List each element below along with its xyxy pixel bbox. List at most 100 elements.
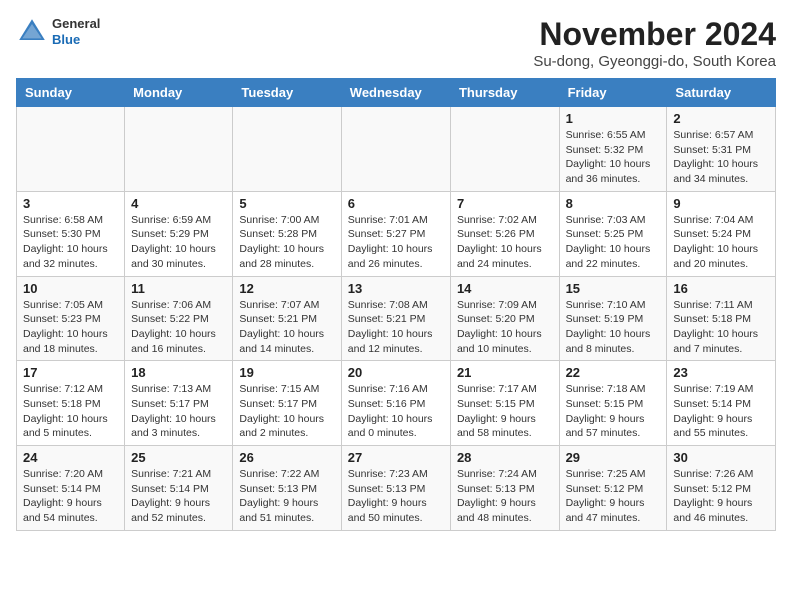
calendar-cell: 30 Sunrise: 7:26 AMSunset: 5:12 PMDayligh… <box>667 446 776 531</box>
day-number: 18 <box>131 365 226 380</box>
calendar-cell: 26 Sunrise: 7:22 AMSunset: 5:13 PMDayligh… <box>233 446 341 531</box>
day-number: 30 <box>673 450 769 465</box>
calendar-week-5: 24 Sunrise: 7:20 AMSunset: 5:14 PMDayligh… <box>17 446 776 531</box>
day-number: 23 <box>673 365 769 380</box>
weekday-header-wednesday: Wednesday <box>341 79 450 107</box>
day-number: 2 <box>673 111 769 126</box>
day-info: Sunrise: 7:19 AMSunset: 5:14 PMDaylight:… <box>673 382 769 441</box>
day-info: Sunrise: 7:00 AMSunset: 5:28 PMDaylight:… <box>239 213 334 272</box>
weekday-header-saturday: Saturday <box>667 79 776 107</box>
day-info: Sunrise: 7:26 AMSunset: 5:12 PMDaylight:… <box>673 467 769 526</box>
day-number: 8 <box>566 196 661 211</box>
logo-icon <box>16 16 48 48</box>
calendar-cell: 23 Sunrise: 7:19 AMSunset: 5:14 PMDayligh… <box>667 361 776 446</box>
calendar-cell: 21Sunrise: 7:17 AMSunset: 5:15 PMDayligh… <box>450 361 559 446</box>
day-number: 4 <box>131 196 226 211</box>
calendar-cell: 6 Sunrise: 7:01 AMSunset: 5:27 PMDaylight… <box>341 191 450 276</box>
calendar-cell: 13 Sunrise: 7:08 AMSunset: 5:21 PMDayligh… <box>341 276 450 361</box>
day-info: Sunrise: 7:11 AMSunset: 5:18 PMDaylight:… <box>673 298 769 357</box>
day-number: 22 <box>566 365 661 380</box>
page-subtitle: Su-dong, Gyeonggi-do, South Korea <box>533 53 776 70</box>
day-number: 27 <box>348 450 444 465</box>
day-info: Sunrise: 7:20 AMSunset: 5:14 PMDaylight:… <box>23 467 118 526</box>
day-info: Sunrise: 7:08 AMSunset: 5:21 PMDaylight:… <box>348 298 444 357</box>
day-info: Sunrise: 7:10 AMSunset: 5:19 PMDaylight:… <box>566 298 661 357</box>
day-number: 28 <box>457 450 553 465</box>
day-info: Sunrise: 7:24 AMSunset: 5:13 PMDaylight:… <box>457 467 553 526</box>
calendar-week-1: 1 Sunrise: 6:55 AMSunset: 5:32 PMDaylight… <box>17 107 776 192</box>
day-number: 17 <box>23 365 118 380</box>
calendar-cell: 25Sunrise: 7:21 AMSunset: 5:14 PMDayligh… <box>125 446 233 531</box>
day-info: Sunrise: 7:02 AMSunset: 5:26 PMDaylight:… <box>457 213 553 272</box>
calendar-cell: 5 Sunrise: 7:00 AMSunset: 5:28 PMDaylight… <box>233 191 341 276</box>
calendar-cell: 20 Sunrise: 7:16 AMSunset: 5:16 PMDayligh… <box>341 361 450 446</box>
day-info: Sunrise: 6:58 AMSunset: 5:30 PMDaylight:… <box>23 213 118 272</box>
day-info: Sunrise: 7:13 AMSunset: 5:17 PMDaylight:… <box>131 382 226 441</box>
day-info: Sunrise: 6:59 AMSunset: 5:29 PMDaylight:… <box>131 213 226 272</box>
day-number: 3 <box>23 196 118 211</box>
calendar-cell: 17 Sunrise: 7:12 AMSunset: 5:18 PMDayligh… <box>17 361 125 446</box>
weekday-header-monday: Monday <box>125 79 233 107</box>
day-info: Sunrise: 7:22 AMSunset: 5:13 PMDaylight:… <box>239 467 334 526</box>
calendar-cell: 8Sunrise: 7:03 AMSunset: 5:25 PMDaylight… <box>559 191 667 276</box>
day-number: 20 <box>348 365 444 380</box>
calendar-table: SundayMondayTuesdayWednesdayThursdayFrid… <box>16 78 776 531</box>
calendar-cell: 27 Sunrise: 7:23 AMSunset: 5:13 PMDayligh… <box>341 446 450 531</box>
day-number: 5 <box>239 196 334 211</box>
title-block: November 2024 Su-dong, Gyeonggi-do, Sout… <box>533 16 776 70</box>
day-number: 24 <box>23 450 118 465</box>
day-info: Sunrise: 7:18 AMSunset: 5:15 PMDaylight:… <box>566 382 661 441</box>
page-title: November 2024 <box>533 16 776 53</box>
day-info: Sunrise: 7:01 AMSunset: 5:27 PMDaylight:… <box>348 213 444 272</box>
weekday-header-tuesday: Tuesday <box>233 79 341 107</box>
day-number: 7 <box>457 196 553 211</box>
day-number: 9 <box>673 196 769 211</box>
day-info: Sunrise: 7:12 AMSunset: 5:18 PMDaylight:… <box>23 382 118 441</box>
day-info: Sunrise: 6:55 AMSunset: 5:32 PMDaylight:… <box>566 128 661 187</box>
day-number: 1 <box>566 111 661 126</box>
calendar-body: 1 Sunrise: 6:55 AMSunset: 5:32 PMDaylight… <box>17 107 776 531</box>
page-header: General Blue November 2024 Su-dong, Gyeo… <box>16 16 776 70</box>
calendar-cell: 22 Sunrise: 7:18 AMSunset: 5:15 PMDayligh… <box>559 361 667 446</box>
calendar-cell <box>341 107 450 192</box>
day-info: Sunrise: 7:05 AMSunset: 5:23 PMDaylight:… <box>23 298 118 357</box>
day-number: 29 <box>566 450 661 465</box>
calendar-cell: 14 Sunrise: 7:09 AMSunset: 5:20 PMDayligh… <box>450 276 559 361</box>
weekday-header-sunday: Sunday <box>17 79 125 107</box>
day-number: 12 <box>239 281 334 296</box>
calendar-cell: 28 Sunrise: 7:24 AMSunset: 5:13 PMDayligh… <box>450 446 559 531</box>
day-info: Sunrise: 7:17 AMSunset: 5:15 PMDaylight:… <box>457 382 553 441</box>
day-number: 19 <box>239 365 334 380</box>
calendar-header: SundayMondayTuesdayWednesdayThursdayFrid… <box>17 79 776 107</box>
calendar-cell: 19 Sunrise: 7:15 AMSunset: 5:17 PMDayligh… <box>233 361 341 446</box>
calendar-cell: 16 Sunrise: 7:11 AMSunset: 5:18 PMDayligh… <box>667 276 776 361</box>
calendar-week-2: 3 Sunrise: 6:58 AMSunset: 5:30 PMDaylight… <box>17 191 776 276</box>
day-number: 26 <box>239 450 334 465</box>
day-info: Sunrise: 7:21 AMSunset: 5:14 PMDaylight:… <box>131 467 226 526</box>
day-number: 14 <box>457 281 553 296</box>
calendar-cell: 12 Sunrise: 7:07 AMSunset: 5:21 PMDayligh… <box>233 276 341 361</box>
calendar-cell <box>17 107 125 192</box>
day-number: 13 <box>348 281 444 296</box>
calendar-cell <box>233 107 341 192</box>
calendar-cell: 9Sunrise: 7:04 AMSunset: 5:24 PMDaylight… <box>667 191 776 276</box>
calendar-cell: 24 Sunrise: 7:20 AMSunset: 5:14 PMDayligh… <box>17 446 125 531</box>
day-info: Sunrise: 7:15 AMSunset: 5:17 PMDaylight:… <box>239 382 334 441</box>
day-info: Sunrise: 7:16 AMSunset: 5:16 PMDaylight:… <box>348 382 444 441</box>
day-number: 16 <box>673 281 769 296</box>
calendar-cell <box>125 107 233 192</box>
day-info: Sunrise: 7:09 AMSunset: 5:20 PMDaylight:… <box>457 298 553 357</box>
day-info: Sunrise: 6:57 AMSunset: 5:31 PMDaylight:… <box>673 128 769 187</box>
calendar-cell <box>450 107 559 192</box>
day-number: 10 <box>23 281 118 296</box>
logo-text: General Blue <box>52 16 100 47</box>
day-info: Sunrise: 7:23 AMSunset: 5:13 PMDaylight:… <box>348 467 444 526</box>
weekday-header-thursday: Thursday <box>450 79 559 107</box>
calendar-cell: 3 Sunrise: 6:58 AMSunset: 5:30 PMDaylight… <box>17 191 125 276</box>
calendar-cell: 7 Sunrise: 7:02 AMSunset: 5:26 PMDaylight… <box>450 191 559 276</box>
day-number: 6 <box>348 196 444 211</box>
day-info: Sunrise: 7:06 AMSunset: 5:22 PMDaylight:… <box>131 298 226 357</box>
day-info: Sunrise: 7:07 AMSunset: 5:21 PMDaylight:… <box>239 298 334 357</box>
calendar-week-3: 10 Sunrise: 7:05 AMSunset: 5:23 PMDayligh… <box>17 276 776 361</box>
day-number: 15 <box>566 281 661 296</box>
